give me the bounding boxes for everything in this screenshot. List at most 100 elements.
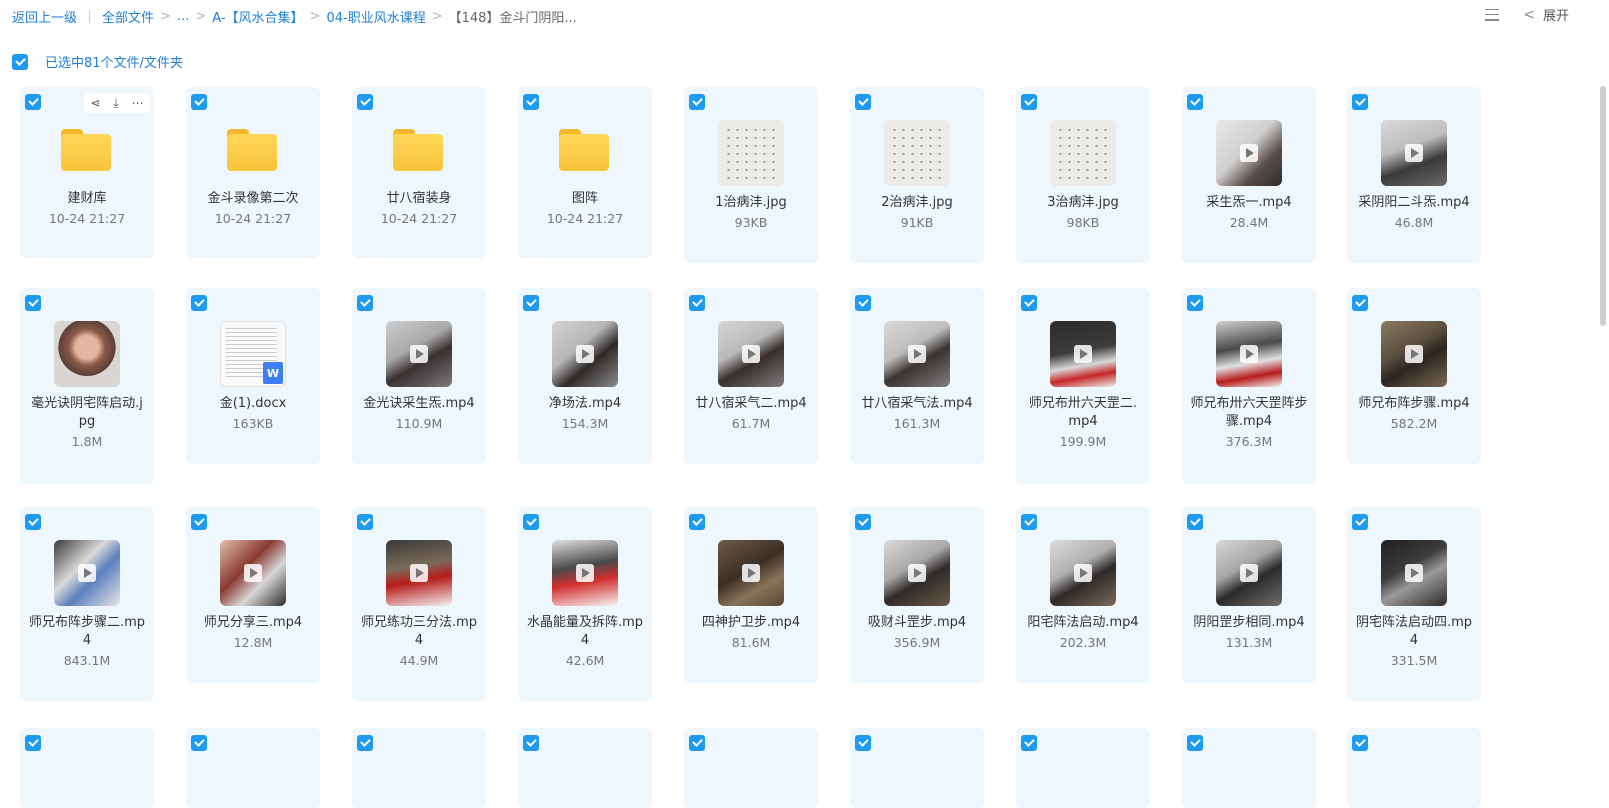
file-card[interactable]: 2治病沣.jpg 91KB [850, 87, 984, 263]
item-size: 42.6M [565, 653, 605, 668]
item-size: 376.3M [1225, 434, 1273, 449]
item-name: 净场法.mp4 [548, 396, 622, 411]
file-card[interactable]: W 金(1).docx 163KB [186, 288, 320, 464]
item-size: 28.4M [1229, 215, 1269, 230]
item-checkbox[interactable] [191, 735, 207, 751]
back-link[interactable]: 返回上一级 [12, 7, 77, 26]
play-icon [1074, 564, 1092, 582]
item-checkbox[interactable] [855, 735, 871, 751]
more-icon[interactable]: ⋯ [132, 96, 144, 110]
file-card[interactable] [518, 728, 652, 808]
crumb-level2[interactable]: 04-职业风水课程 [326, 7, 425, 26]
item-checkbox[interactable] [1352, 735, 1368, 751]
crumb-level1[interactable]: A-【风水合集】 [212, 7, 303, 26]
item-checkbox[interactable] [523, 94, 539, 110]
file-card[interactable]: 净场法.mp4 154.3M [518, 288, 652, 464]
file-card[interactable]: 师兄布卅六天罡阵步骤.mp4 376.3M [1182, 288, 1316, 484]
item-name: 廿八宿装身 [386, 191, 452, 206]
item-checkbox[interactable] [1187, 94, 1203, 110]
item-checkbox[interactable] [357, 514, 373, 530]
file-card[interactable] [20, 728, 154, 808]
item-checkbox[interactable] [855, 295, 871, 311]
folder-card[interactable]: 金斗录像第二次 10-24 21:27 [186, 87, 320, 258]
item-checkbox[interactable] [1021, 94, 1037, 110]
file-card[interactable]: 师兄布阵步骤二.mp4 843.1M [20, 507, 154, 701]
file-card[interactable]: 吸财斗罡步.mp4 356.9M [850, 507, 984, 683]
chevron-right-icon: > [309, 8, 321, 24]
file-card[interactable]: 1治病沣.jpg 93KB [684, 87, 818, 263]
folder-card[interactable]: ⋖ ⤓ ⋯ 建财库 10-24 21:27 [20, 87, 154, 258]
item-label-group: 净场法.mp4 154.3M [518, 395, 652, 433]
expand-button[interactable]: < 展开 [1523, 5, 1569, 25]
item-checkbox[interactable] [855, 94, 871, 110]
item-checkbox[interactable] [1021, 295, 1037, 311]
item-checkbox[interactable] [689, 514, 705, 530]
scrollbar[interactable] [1600, 86, 1606, 326]
item-checkbox[interactable] [191, 514, 207, 530]
item-size: 161.3M [893, 416, 941, 431]
item-checkbox[interactable] [1352, 295, 1368, 311]
file-card[interactable]: 金光诀采生炁.mp4 110.9M [352, 288, 486, 464]
item-checkbox[interactable] [1187, 514, 1203, 530]
item-checkbox[interactable] [523, 735, 539, 751]
item-checkbox[interactable] [1021, 735, 1037, 751]
file-card[interactable] [1347, 728, 1481, 808]
item-checkbox[interactable] [25, 295, 41, 311]
file-card[interactable]: 采生炁一.mp4 28.4M [1182, 87, 1316, 263]
item-checkbox[interactable] [1187, 735, 1203, 751]
file-card[interactable] [186, 728, 320, 808]
item-checkbox[interactable] [25, 514, 41, 530]
folder-card[interactable]: 图阵 10-24 21:27 [518, 87, 652, 258]
item-checkbox[interactable] [689, 735, 705, 751]
file-card[interactable]: 师兄布阵步骤.mp4 582.2M [1347, 288, 1481, 464]
item-checkbox[interactable] [25, 94, 41, 110]
file-card[interactable]: 师兄练功三分法.mp4 44.9M [352, 507, 486, 701]
item-checkbox[interactable] [689, 295, 705, 311]
item-checkbox[interactable] [689, 94, 705, 110]
item-checkbox[interactable] [855, 514, 871, 530]
list-view-icon[interactable] [1485, 8, 1500, 22]
file-card[interactable]: 阴阳罡步相同.mp4 131.3M [1182, 507, 1316, 683]
share-icon[interactable]: ⋖ [90, 96, 100, 110]
folder-icon [61, 129, 111, 171]
download-icon[interactable]: ⤓ [113, 96, 118, 111]
item-checkbox[interactable] [191, 295, 207, 311]
item-checkbox[interactable] [523, 295, 539, 311]
file-card[interactable]: 阴宅阵法启动四.mp4 331.5M [1347, 507, 1481, 701]
item-label-group: 金(1).docx 163KB [186, 395, 320, 433]
crumb-ellipsis[interactable]: ... [177, 9, 189, 24]
file-card[interactable] [1182, 728, 1316, 808]
item-checkbox[interactable] [1021, 514, 1037, 530]
item-checkbox[interactable] [357, 295, 373, 311]
folder-card[interactable]: 廿八宿装身 10-24 21:27 [352, 87, 486, 258]
file-card[interactable]: 毫光诀阴宅阵启动.jpg 1.8M [20, 288, 154, 484]
item-checkbox[interactable] [191, 94, 207, 110]
file-card[interactable]: 四神护卫步.mp4 81.6M [684, 507, 818, 683]
file-card[interactable]: 阳宅阵法启动.mp4 202.3M [1016, 507, 1150, 683]
file-card[interactable]: 廿八宿采气二.mp4 61.7M [684, 288, 818, 464]
file-card[interactable]: 水晶能量及拆阵.mp4 42.6M [518, 507, 652, 701]
item-checkbox[interactable] [25, 735, 41, 751]
file-card[interactable] [1016, 728, 1150, 808]
select-all-checkbox[interactable] [12, 53, 28, 70]
file-card[interactable]: 廿八宿采气法.mp4 161.3M [850, 288, 984, 464]
item-checkbox[interactable] [523, 514, 539, 530]
item-label-group: 毫光诀阴宅阵启动.jpg 1.8M [20, 395, 154, 451]
item-checkbox[interactable] [1352, 94, 1368, 110]
item-checkbox[interactable] [357, 735, 373, 751]
item-size: 199.9M [1059, 434, 1107, 449]
crumb-all-files[interactable]: 全部文件 [102, 7, 154, 26]
file-card[interactable]: 采阴阳二斗炁.mp4 46.8M [1347, 87, 1481, 263]
item-name: 金(1).docx [219, 396, 287, 411]
item-checkbox[interactable] [1352, 514, 1368, 530]
file-card[interactable]: 3治病沣.jpg 98KB [1016, 87, 1150, 263]
file-card[interactable]: 师兄布卅六天罡二.mp4 199.9M [1016, 288, 1150, 484]
file-card[interactable]: 师兄分享三.mp4 12.8M [186, 507, 320, 683]
image-thumbnail [54, 321, 120, 387]
item-label-group: 师兄分享三.mp4 12.8M [186, 614, 320, 652]
file-card[interactable] [684, 728, 818, 808]
file-card[interactable] [352, 728, 486, 808]
item-checkbox[interactable] [1187, 295, 1203, 311]
item-checkbox[interactable] [357, 94, 373, 110]
file-card[interactable] [850, 728, 984, 808]
